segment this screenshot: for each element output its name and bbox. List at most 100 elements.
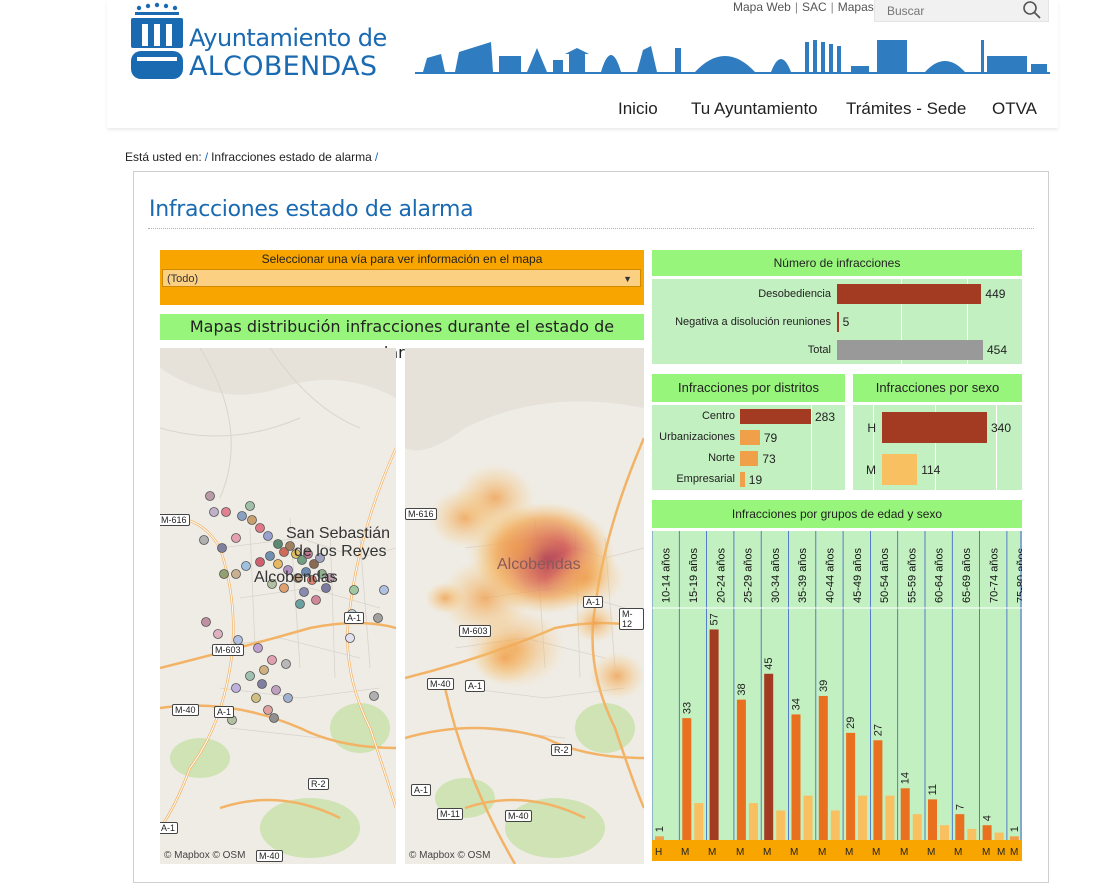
city-skyline-illustration bbox=[415, 40, 1050, 74]
heat-map[interactable]: Alcobendas M-616 A-1 M-12 M-603 M-40 A-1… bbox=[405, 348, 644, 864]
sex-axis-label: M bbox=[681, 847, 689, 858]
street-filter-value: (Todo) bbox=[167, 273, 199, 285]
age-h-value-label: 33 bbox=[681, 702, 693, 714]
age-h-bar[interactable] bbox=[818, 695, 828, 840]
age-m-bar[interactable] bbox=[830, 810, 840, 840]
street-filter-dropdown[interactable]: (Todo) ▼ bbox=[162, 269, 641, 287]
age-h-value-label: 29 bbox=[845, 717, 857, 729]
infracciones-bar[interactable] bbox=[837, 340, 983, 360]
nav-tramites-sede[interactable]: Trámites - Sede bbox=[846, 99, 966, 119]
age-h-bar[interactable] bbox=[1009, 836, 1019, 840]
breadcrumb: Está usted en: / Infracciones estado de al… bbox=[125, 150, 381, 164]
road-label: M-40 bbox=[427, 678, 454, 690]
age-m-bar[interactable] bbox=[803, 795, 813, 840]
bar-value-label: 73 bbox=[762, 451, 776, 466]
panel-distritos: Centro Urbanizaciones Norte Empresarial … bbox=[652, 405, 845, 490]
age-group-label: 65-69 años bbox=[961, 547, 973, 603]
age-h-bar[interactable] bbox=[682, 718, 692, 840]
distrito-bar[interactable] bbox=[740, 430, 760, 445]
age-group-label: 60-64 años bbox=[934, 547, 946, 603]
age-h-bar[interactable] bbox=[928, 799, 937, 840]
points-map[interactable]: San Sebastián de los Reyes Alcobendas M-… bbox=[160, 348, 396, 864]
bar-value-label: 449 bbox=[985, 287, 1006, 301]
age-h-bar[interactable] bbox=[846, 732, 856, 840]
logo-wordmark[interactable]: Ayuntamiento de ALCOBENDAS bbox=[189, 24, 387, 82]
age-h-bar[interactable] bbox=[764, 673, 774, 840]
link-mapas[interactable]: Mapas bbox=[838, 0, 874, 14]
age-h-value-label: 7 bbox=[954, 804, 966, 810]
age-m-bar[interactable] bbox=[994, 832, 1004, 840]
category-label: Centro bbox=[701, 410, 735, 422]
infracciones-bar[interactable] bbox=[837, 312, 839, 332]
sexo-bar[interactable] bbox=[882, 454, 918, 485]
bar-value-label: 5 bbox=[842, 315, 850, 329]
panel-title-infracciones: Número de infracciones bbox=[652, 250, 1022, 276]
age-h-value-label: 27 bbox=[872, 724, 884, 736]
link-separator: | bbox=[830, 0, 834, 14]
road-label: M-40 bbox=[172, 704, 199, 716]
sex-axis-label: M bbox=[872, 847, 880, 858]
panel-title-edad-sexo: Infracciones por grupos de edad y sexo bbox=[652, 500, 1022, 528]
age-h-value-label: 14 bbox=[900, 772, 912, 784]
city-logo[interactable] bbox=[129, 2, 185, 91]
age-m-bar[interactable] bbox=[940, 825, 949, 840]
search-icon[interactable] bbox=[1022, 0, 1042, 20]
age-h-bar[interactable] bbox=[955, 814, 965, 840]
age-m-bar[interactable] bbox=[748, 803, 758, 840]
heat-map-canvas: Alcobendas bbox=[405, 348, 644, 864]
age-m-bar[interactable] bbox=[885, 795, 895, 840]
sex-axis-label: M bbox=[736, 847, 744, 858]
age-h-bar[interactable] bbox=[736, 699, 746, 840]
map-label-city-1: San Sebastián bbox=[286, 525, 390, 542]
link-mapa-web[interactable]: Mapa Web bbox=[733, 0, 791, 14]
category-label: Total bbox=[807, 344, 831, 356]
age-h-bar[interactable] bbox=[791, 714, 801, 840]
age-m-bar[interactable] bbox=[776, 810, 786, 840]
distrito-bar[interactable] bbox=[740, 409, 811, 424]
age-h-bar[interactable] bbox=[982, 825, 992, 840]
age-group-label: 10-14 años bbox=[661, 547, 673, 603]
road-label: M-616 bbox=[160, 514, 190, 526]
site-header: Ayuntamiento de ALCOBENDAS Mapa Web | SAC |… bbox=[107, 0, 1058, 128]
age-m-bar[interactable] bbox=[694, 803, 704, 840]
age-h-bar[interactable] bbox=[709, 629, 719, 840]
age-m-bar[interactable] bbox=[912, 814, 922, 840]
page-title: Infracciones estado de alarma bbox=[149, 197, 474, 222]
sex-axis-label: M bbox=[708, 847, 716, 858]
breadcrumb-prefix: Está usted en: bbox=[125, 150, 202, 164]
distrito-bar[interactable] bbox=[740, 451, 759, 466]
age-h-value-label: 1 bbox=[654, 826, 666, 832]
age-group-label: 70-74 años bbox=[988, 547, 1000, 603]
age-h-bar[interactable] bbox=[900, 788, 910, 840]
distrito-bar[interactable] bbox=[740, 472, 745, 487]
dropdown-arrow-icon: ▼ bbox=[623, 274, 632, 284]
map-credit[interactable]: © Mapbox © OSM bbox=[409, 850, 490, 861]
heat-map-label-city: Alcobendas bbox=[497, 556, 581, 573]
bar-value-label: 79 bbox=[763, 430, 778, 445]
road-label: A-1 bbox=[214, 706, 235, 718]
age-sex-chart: 10-14 años 1 15-19 años 33 20-24 años 57 25-29… bbox=[651, 531, 1055, 861]
age-m-bar[interactable] bbox=[858, 795, 868, 840]
nav-otva[interactable]: OTVA bbox=[992, 99, 1037, 119]
age-h-bar[interactable] bbox=[655, 836, 664, 840]
category-label: Desobediencia bbox=[758, 288, 831, 300]
age-group-label: 55-59 años bbox=[906, 547, 918, 603]
age-m-bar[interactable] bbox=[967, 828, 977, 840]
map-credit[interactable]: © Mapbox © OSM bbox=[164, 850, 245, 861]
nav-inicio[interactable]: Inicio bbox=[618, 99, 658, 119]
link-sac[interactable]: SAC bbox=[802, 0, 827, 14]
sexo-bar[interactable] bbox=[882, 412, 987, 443]
bar-value-label: 340 bbox=[991, 420, 1012, 435]
bar-value-label: 283 bbox=[815, 409, 836, 424]
road-label: A-1 bbox=[583, 596, 604, 608]
panel-title-distritos: Infracciones por distritos bbox=[652, 374, 845, 402]
age-group-label: 20-24 años bbox=[715, 547, 727, 603]
search-input[interactable] bbox=[885, 3, 1019, 19]
age-h-value-label: 39 bbox=[818, 680, 830, 692]
age-h-value-label: 57 bbox=[709, 613, 721, 625]
infracciones-bar[interactable] bbox=[837, 284, 982, 304]
breadcrumb-current[interactable]: Infracciones estado de alarma bbox=[211, 150, 372, 164]
age-h-bar[interactable] bbox=[873, 740, 883, 840]
nav-tu-ayuntamiento[interactable]: Tu Ayuntamiento bbox=[691, 99, 818, 119]
road-label: A-1 bbox=[465, 680, 486, 692]
